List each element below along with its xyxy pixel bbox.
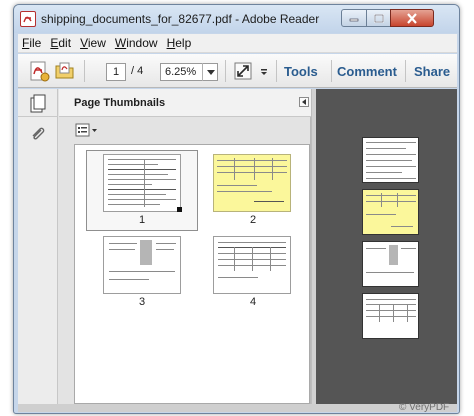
create-pdf-icon[interactable] (28, 60, 50, 82)
zoom-value: 6.25% (165, 66, 197, 78)
thumbnail-label-4: 4 (249, 296, 257, 308)
thumbnail-list: 1 2 3 4 (74, 144, 310, 404)
menu-file[interactable]: File (22, 36, 41, 50)
menu-bar: File Edit View Window Help (18, 34, 457, 53)
page-thumbnail-4[interactable] (213, 236, 291, 294)
title-bar: shipping_documents_for_82677.pdf - Adobe… (14, 5, 459, 33)
page-thumbnail-2[interactable] (213, 154, 291, 212)
page-thumbnail-3[interactable] (103, 236, 181, 294)
window-title: shipping_documents_for_82677.pdf - Adobe… (41, 12, 320, 26)
main-toolbar: 1 / 4 6.25% Tools Comment Share (18, 54, 457, 88)
page-thumbnails-icon[interactable] (28, 93, 48, 116)
attachments-icon[interactable] (29, 126, 47, 147)
app-window: shipping_documents_for_82677.pdf - Adobe… (13, 4, 460, 414)
strip-divider (18, 116, 58, 117)
panel-header: Page Thumbnails (59, 89, 311, 117)
page-thumbnail-1[interactable] (103, 154, 181, 212)
zoom-dropdown-button[interactable] (202, 63, 218, 81)
list-options-icon (75, 123, 97, 137)
document-page-2[interactable] (362, 189, 419, 235)
thumbnail-label-2: 2 (249, 214, 257, 226)
menu-edit[interactable]: Edit (50, 36, 71, 50)
chevron-left-icon (302, 99, 306, 105)
share-button[interactable]: Share (414, 64, 450, 79)
document-view[interactable] (316, 89, 457, 405)
thumbnail-label-3: 3 (138, 296, 146, 308)
tools-button[interactable]: Tools (284, 64, 318, 79)
document-page-4[interactable] (362, 293, 419, 339)
maximize-icon (373, 13, 384, 23)
navigation-strip (18, 89, 58, 405)
collapse-panel-button[interactable] (299, 97, 309, 107)
pdf-file-icon (20, 11, 36, 27)
document-page-3[interactable] (362, 241, 419, 287)
menu-view[interactable]: View (80, 36, 106, 50)
watermark: © VeryPDF (399, 402, 450, 413)
toolbar-separator (405, 60, 406, 82)
page-total: / 4 (131, 65, 144, 77)
document-page-1[interactable] (362, 137, 419, 183)
toolbar-separator (331, 60, 332, 82)
maximize-button[interactable] (366, 9, 391, 27)
navigation-panel: Page Thumbnails 1 2 3 4 (18, 89, 311, 405)
minimize-button[interactable] (341, 9, 367, 27)
toolbar-separator (84, 60, 85, 82)
minimize-icon (349, 18, 359, 22)
chevron-down-icon (206, 69, 215, 75)
menu-help[interactable]: Help (167, 36, 192, 50)
menu-window[interactable]: Window (115, 36, 158, 50)
thumbnail-options-button[interactable] (75, 123, 99, 138)
thumbnail-label-1: 1 (138, 214, 146, 226)
close-icon (407, 12, 417, 24)
close-button[interactable] (390, 9, 434, 27)
page-number-input[interactable]: 1 (106, 63, 126, 81)
open-file-icon[interactable] (54, 60, 76, 82)
more-options-icon[interactable] (258, 60, 270, 82)
fit-page-icon[interactable] (232, 60, 254, 82)
panel-title: Page Thumbnails (74, 97, 166, 109)
toolbar-separator (225, 60, 226, 82)
toolbar-separator (276, 60, 277, 82)
comment-button[interactable]: Comment (337, 64, 397, 79)
resize-handle[interactable] (177, 207, 182, 212)
horizontal-scrollbar[interactable] (18, 404, 457, 412)
